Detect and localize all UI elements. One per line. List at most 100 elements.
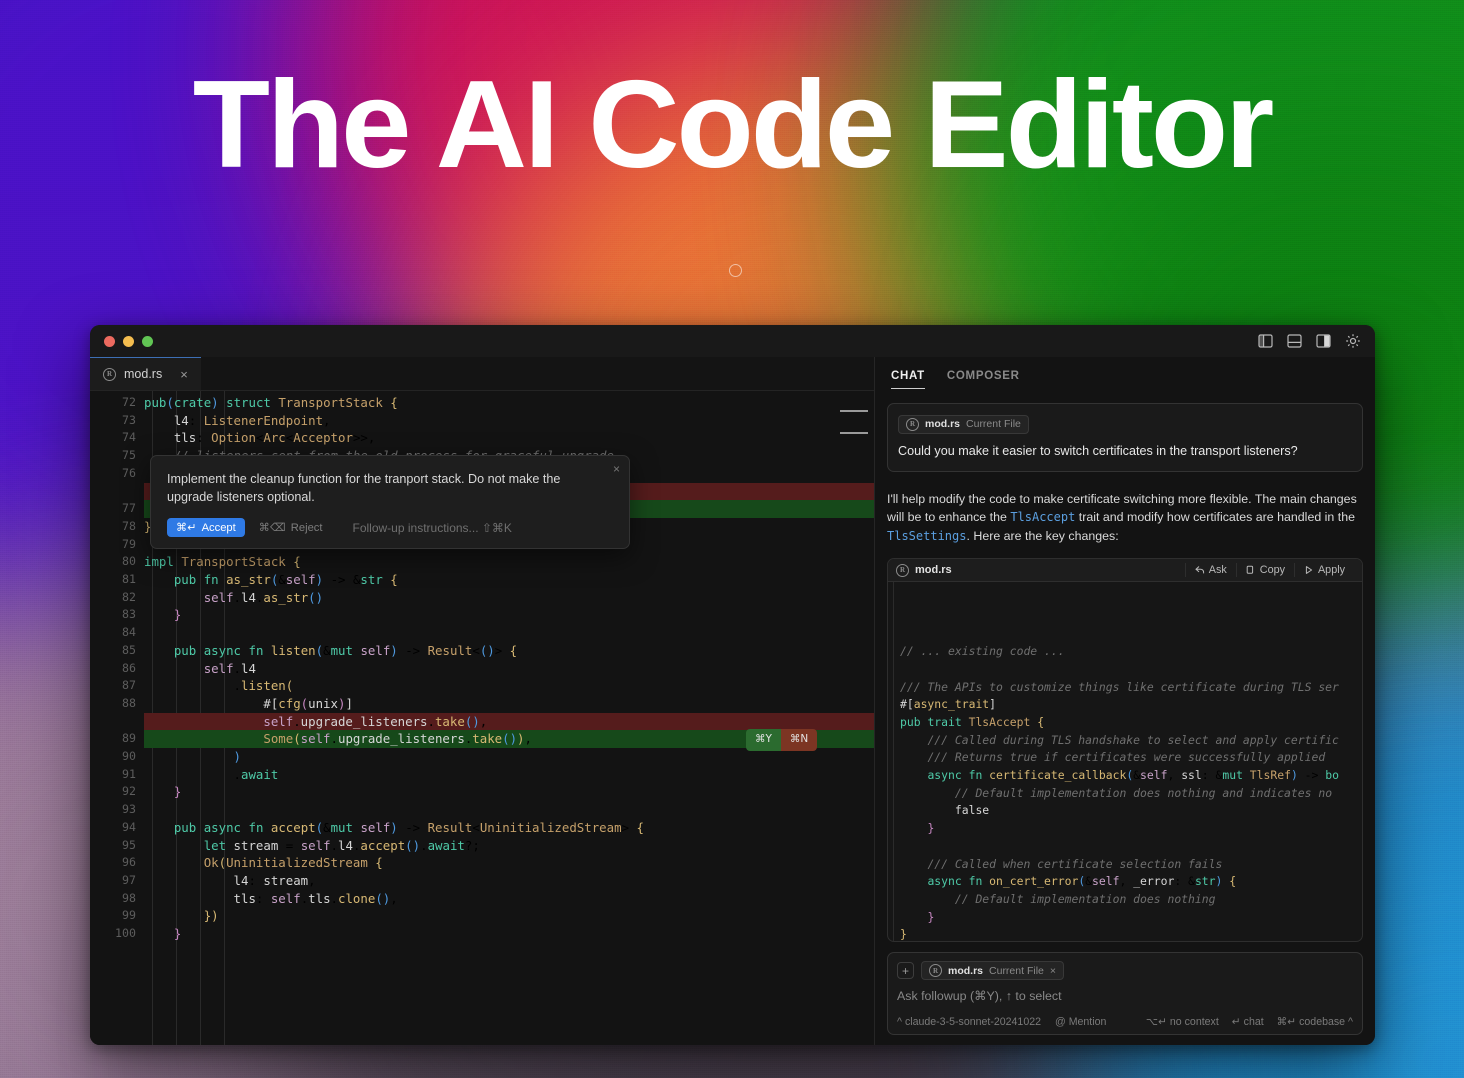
chat-mode-label: chat xyxy=(1243,1016,1264,1028)
assistant-text-part-2: trait and modify how certificates are ha… xyxy=(1075,510,1355,524)
minimize-window-button[interactable] xyxy=(123,335,134,347)
reject-shortcut: ⌘⌫ xyxy=(258,522,286,534)
code-block-filename: mod.rs xyxy=(915,564,952,576)
editor-pane: R mod.rs × 72 pub(crate) struct Transport… xyxy=(90,357,874,1045)
code-line: } xyxy=(173,926,182,941)
code-line: }) xyxy=(203,908,219,924)
line-number: 98 xyxy=(122,890,136,905)
code-block-line: /// Called when certificate selection fa… xyxy=(927,856,1223,871)
ask-button[interactable]: Ask xyxy=(1184,563,1236,577)
apply-button[interactable]: Apply xyxy=(1293,563,1354,577)
context-file-pill[interactable]: R mod.rs Current File xyxy=(898,414,1029,434)
code-line: let stream = self.l4.accept().await?; xyxy=(203,837,480,853)
toggle-left-panel-icon[interactable] xyxy=(1258,334,1273,348)
add-context-button[interactable]: + xyxy=(897,962,914,979)
remove-context-icon[interactable]: × xyxy=(1050,965,1056,977)
line-number: 87 xyxy=(122,678,136,693)
scrollbar-diff-marker-1 xyxy=(840,410,868,412)
code-line: ) xyxy=(233,749,241,764)
user-message-text: Could you make it easier to switch certi… xyxy=(898,443,1298,458)
code-block-line: false xyxy=(954,803,990,818)
input-context-file-name: mod.rs xyxy=(948,964,984,977)
accept-button[interactable]: ⌘↵ Accept xyxy=(167,518,245,537)
codebase-button[interactable]: ⌘↵ codebase ^ xyxy=(1277,1016,1353,1028)
line-number: 73 xyxy=(122,412,136,427)
page-title: The AI Code Editor xyxy=(192,56,1275,194)
chat-input-context-row: + R mod.rs Current File × xyxy=(897,961,1353,980)
rust-file-icon: R xyxy=(906,417,919,431)
no-context-shortcut: ⌥↵ xyxy=(1145,1016,1167,1028)
code-line: pub fn as_str(&self) -> &str { xyxy=(173,572,398,587)
code-editor-area[interactable]: 72 pub(crate) struct TransportStack {73 l… xyxy=(90,391,874,1045)
line-number: 97 xyxy=(122,872,136,887)
maximize-window-button[interactable] xyxy=(142,335,153,347)
mention-button[interactable]: @ Mention xyxy=(1055,1016,1106,1028)
line-number: 74 xyxy=(122,430,136,445)
assistant-inline-code-2: TlsSettings xyxy=(887,528,967,543)
code-block-line: } xyxy=(927,821,935,836)
assistant-code-block: R mod.rs Ask Copy Apply // ... existing … xyxy=(887,558,1363,942)
close-window-button[interactable] xyxy=(104,335,115,347)
code-block-header: R mod.rs Ask Copy Apply xyxy=(888,559,1362,582)
line-number: 93 xyxy=(122,802,136,817)
code-block-filename-group: R mod.rs xyxy=(896,563,952,577)
inline-ai-prompt-popup: × Implement the cleanup function for the… xyxy=(150,455,630,549)
tab-composer[interactable]: COMPOSER xyxy=(947,370,1020,389)
codebase-shortcut: ⌘↵ xyxy=(1276,1016,1297,1028)
code-block-body[interactable]: // ... existing code ... /// The APIs to… xyxy=(888,582,1362,941)
reject-button[interactable]: ⌘⌫ Reject xyxy=(258,521,323,535)
tab-chat[interactable]: CHAT xyxy=(891,370,925,389)
chat-followup-input[interactable]: Ask followup (⌘Y), ↑ to select xyxy=(897,988,1353,1003)
model-selector[interactable]: ^ claude-3-5-sonnet-20241022 xyxy=(897,1016,1041,1028)
decorative-orb xyxy=(729,264,742,277)
code-block-line: // ... existing code ... xyxy=(900,644,1065,659)
close-prompt-icon[interactable]: × xyxy=(613,462,620,476)
window-toolbar xyxy=(1258,333,1361,349)
line-number: 91 xyxy=(122,766,136,781)
code-block-line: } xyxy=(900,927,907,941)
copy-button[interactable]: Copy xyxy=(1235,563,1294,577)
code-line: pub async fn accept(&mut self) -> Result… xyxy=(173,819,644,835)
code-line: .await xyxy=(144,766,279,782)
rust-file-icon: R xyxy=(896,563,909,577)
codebase-label: codebase xyxy=(1299,1016,1346,1028)
reply-arrow-icon xyxy=(1195,566,1204,574)
toggle-right-panel-icon[interactable] xyxy=(1316,334,1331,348)
assistant-message: I'll help modify the code to make certif… xyxy=(887,490,1363,546)
code-line: l4: ListenerEndpoint, xyxy=(173,412,331,428)
chat-mode-button[interactable]: ↵ chat xyxy=(1232,1016,1264,1028)
editor-tab-mod-rs[interactable]: R mod.rs × xyxy=(90,357,201,390)
rust-file-icon: R xyxy=(929,964,942,977)
code-line: #[cfg(unix)] xyxy=(263,695,353,711)
line-number: 81 xyxy=(122,572,136,586)
chat-shortcut: ↵ xyxy=(1231,1016,1241,1028)
line-number: 79 xyxy=(122,536,136,551)
editor-tab-label: mod.rs xyxy=(124,367,163,381)
toggle-bottom-panel-icon[interactable] xyxy=(1287,334,1302,348)
close-tab-icon[interactable]: × xyxy=(180,368,188,381)
chat-input-area[interactable]: + R mod.rs Current File × Ask followup (… xyxy=(887,952,1363,1035)
no-context-button[interactable]: ⌥↵ no context xyxy=(1146,1016,1219,1028)
code-block-line xyxy=(900,838,1352,856)
followup-input[interactable]: Follow-up instructions... ⇧⌘K xyxy=(353,521,512,535)
code-block-line: /// Returns true if certificates were su… xyxy=(927,750,1326,765)
line-number: 78 xyxy=(122,518,136,533)
hero-section: The AI Code Editor xyxy=(0,60,1464,190)
code-block-line: // Default implementation does nothing a… xyxy=(954,785,1333,800)
app-window: R mod.rs × 72 pub(crate) struct Transport… xyxy=(90,325,1375,1045)
chat-input-footer-right: ⌥↵ no context ↵ chat ⌘↵ codebase ^ xyxy=(1146,1016,1353,1028)
code-line: .listen( xyxy=(144,678,294,694)
chat-input-footer: ^ claude-3-5-sonnet-20241022 @ Mention ⌥… xyxy=(897,1016,1353,1028)
input-context-file-pill[interactable]: R mod.rs Current File × xyxy=(921,961,1065,980)
code-line: tls: Option<Arc<Acceptor>>, xyxy=(173,430,376,446)
context-file-meta: Current File xyxy=(966,418,1021,430)
scrollbar-diff-marker-2 xyxy=(840,432,868,434)
rust-file-icon: R xyxy=(103,367,116,381)
chat-tabs: CHAT COMPOSER xyxy=(887,357,1363,389)
gear-icon[interactable] xyxy=(1345,333,1361,349)
model-chevron-icon: ^ xyxy=(897,1016,902,1028)
reject-label: Reject xyxy=(290,521,323,534)
line-number: 77 xyxy=(122,501,136,516)
editor-tabbar: R mod.rs × xyxy=(90,357,874,391)
